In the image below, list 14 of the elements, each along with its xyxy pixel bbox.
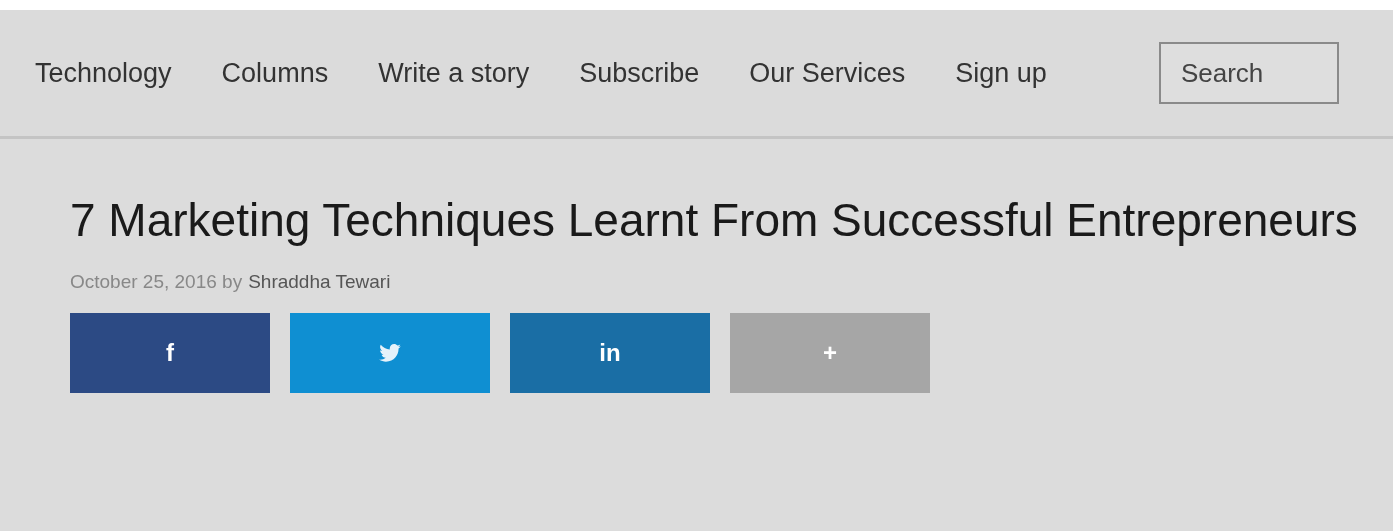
nav-link[interactable]: Our Services xyxy=(749,57,906,89)
bird-icon xyxy=(379,344,401,362)
article-title: 7 Marketing Techniques Learnt From Successful Entrepreneurs xyxy=(70,193,1359,248)
nav-link[interactable]: Technology xyxy=(35,57,172,89)
facebook-share-button[interactable]: f xyxy=(70,313,270,393)
nav-link[interactable]: Subscribe xyxy=(579,57,700,89)
author-link[interactable]: Shraddha Tewari xyxy=(248,271,391,293)
nav-link[interactable]: Columns xyxy=(221,57,329,89)
nav-link[interactable]: Sign up xyxy=(955,57,1047,89)
byline-date: October 25, 2016 by xyxy=(70,271,243,293)
search-field[interactable]: Search xyxy=(1158,42,1339,104)
linkedin-share-button[interactable]: in xyxy=(510,313,710,393)
twitter-share-button[interactable] xyxy=(290,313,490,393)
nav-link[interactable]: Write a story xyxy=(378,57,530,89)
